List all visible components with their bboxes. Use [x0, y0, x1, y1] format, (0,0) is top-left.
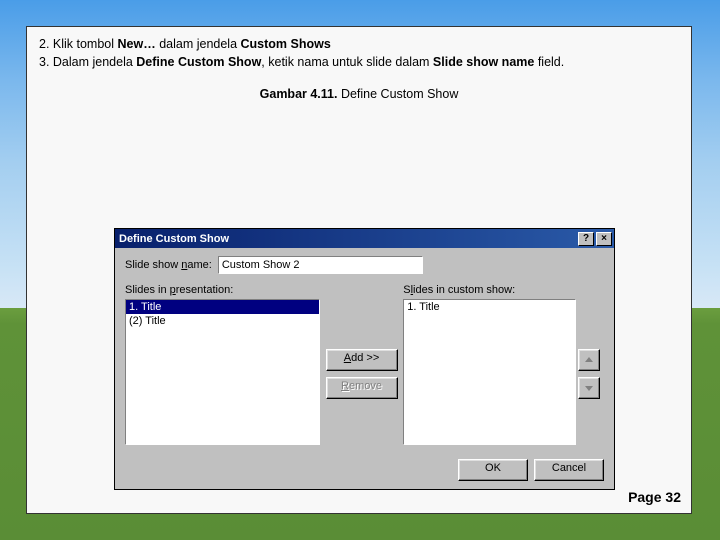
text-bold: Define Custom Show	[136, 55, 261, 69]
text: field.	[534, 55, 564, 69]
cancel-button[interactable]: Cancel	[534, 459, 604, 481]
list-item[interactable]: 1. Title	[126, 300, 319, 314]
custom-show-slides-listbox[interactable]: 1. Title	[403, 299, 576, 445]
middle-buttons-column: Add >> Remove	[320, 284, 403, 445]
close-icon: ×	[601, 233, 607, 244]
move-up-button[interactable]	[578, 349, 600, 371]
list-item[interactable]: 1. Title	[404, 300, 575, 314]
caption-text: Define Custom Show	[337, 87, 458, 101]
custom-show-slides-column: Slides in custom show: 1. Title	[403, 284, 576, 445]
move-down-button[interactable]	[578, 377, 600, 399]
add-button[interactable]: Add >>	[326, 349, 398, 371]
text-bold: New…	[118, 37, 156, 51]
figure-caption: Gambar 4.11. Define Custom Show	[39, 87, 679, 101]
page-number: Page 32	[628, 489, 681, 505]
text: , ketik nama untuk slide dalam	[261, 55, 433, 69]
list-item[interactable]: (2) Title	[126, 314, 319, 328]
dialog-action-row: OK Cancel	[458, 459, 604, 481]
custom-show-slides-label: Slides in custom show:	[403, 284, 576, 296]
close-button[interactable]: ×	[596, 232, 612, 246]
dialog-title: Define Custom Show	[119, 233, 576, 245]
help-button[interactable]: ?	[578, 232, 594, 246]
text: dalam jendela	[156, 37, 241, 51]
instruction-step-3: 3. Dalam jendela Define Custom Show, ket…	[39, 55, 679, 69]
dialog-titlebar[interactable]: Define Custom Show ? ×	[115, 229, 614, 248]
slide-show-name-label: Slide show name:	[125, 259, 212, 271]
arrow-down-icon	[584, 383, 594, 393]
instruction-step-2: 2. Klik tombol New… dalam jendela Custom…	[39, 37, 679, 51]
presentation-slides-label: Slides in presentation:	[125, 284, 320, 296]
remove-button[interactable]: Remove	[326, 377, 398, 399]
dialog-columns: Slides in presentation: 1. Title (2) Tit…	[125, 284, 604, 445]
text: 2. Klik tombol	[39, 37, 118, 51]
question-icon: ?	[583, 233, 589, 244]
dialog-body: Slide show name: Slides in presentation:…	[115, 248, 614, 489]
slide-show-name-input[interactable]	[218, 256, 423, 274]
text: 3. Dalam jendela	[39, 55, 136, 69]
text-bold: Custom Shows	[241, 37, 331, 51]
slide-show-name-row: Slide show name:	[125, 256, 604, 274]
presentation-slides-column: Slides in presentation: 1. Title (2) Tit…	[125, 284, 320, 445]
text-bold: Slide show name	[433, 55, 534, 69]
reorder-buttons-column	[578, 284, 604, 445]
ok-button[interactable]: OK	[458, 459, 528, 481]
caption-number: Gambar 4.11.	[260, 87, 338, 101]
arrow-up-icon	[584, 355, 594, 365]
define-custom-show-dialog: Define Custom Show ? × Slide show name: …	[114, 228, 615, 490]
presentation-slides-listbox[interactable]: 1. Title (2) Title	[125, 299, 320, 445]
